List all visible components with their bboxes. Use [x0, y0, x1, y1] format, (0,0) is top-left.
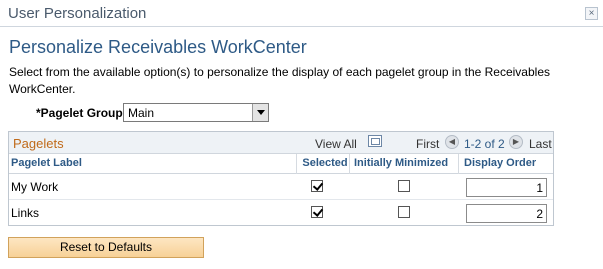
reset-to-defaults-button[interactable]: Reset to Defaults	[8, 237, 204, 258]
selected-checkbox[interactable]	[311, 206, 323, 218]
grid-title: Pagelets	[13, 136, 64, 151]
column-initially-minimized: Initially Minimized	[354, 157, 449, 169]
display-order-input[interactable]	[466, 178, 547, 197]
window-title: User Personalization	[8, 5, 147, 22]
window-titlebar: User Personalization ×	[0, 0, 603, 27]
column-pagelet-label: Pagelet Label	[11, 157, 82, 169]
page-description: Select from the available option(s) to p…	[9, 65, 550, 96]
column-divider	[349, 154, 350, 174]
row-range: 1-2 of 2	[464, 137, 505, 151]
initially-minimized-checkbox[interactable]	[398, 180, 410, 192]
zoom-grid-icon[interactable]	[368, 135, 382, 147]
column-display-order: Display Order	[464, 157, 537, 169]
pagelet-group-label: *Pagelet Group	[36, 106, 123, 120]
table-row: My Work	[9, 174, 553, 200]
last-label: Last	[529, 137, 552, 151]
first-label: First	[416, 137, 440, 151]
grid-header: Pagelets View All First ◀ 1-2 of 2 ▶ Las…	[9, 132, 553, 154]
selected-checkbox[interactable]	[311, 180, 323, 192]
pagelet-group-select[interactable]: Main	[123, 103, 269, 122]
view-all-link[interactable]: View All	[315, 137, 357, 151]
grid-column-headers: Pagelet Label Selected Initially Minimiz…	[9, 154, 553, 174]
initially-minimized-checkbox[interactable]	[398, 206, 410, 218]
next-icon[interactable]: ▶	[509, 135, 523, 149]
column-selected: Selected	[302, 157, 348, 169]
page-title: Personalize Receivables WorkCenter	[9, 37, 307, 57]
display-order-input[interactable]	[466, 204, 547, 223]
pagelet-label: My Work	[11, 180, 59, 194]
pagelet-label: Links	[11, 206, 40, 220]
pagelets-grid: Pagelets View All First ◀ 1-2 of 2 ▶ Las…	[8, 131, 554, 226]
table-row: Links	[9, 200, 553, 226]
pagelet-group-value: Main	[128, 106, 155, 120]
chevron-down-icon[interactable]	[252, 104, 268, 121]
previous-icon[interactable]: ◀	[445, 135, 459, 149]
column-divider	[458, 154, 459, 174]
close-icon[interactable]: ×	[585, 7, 598, 20]
